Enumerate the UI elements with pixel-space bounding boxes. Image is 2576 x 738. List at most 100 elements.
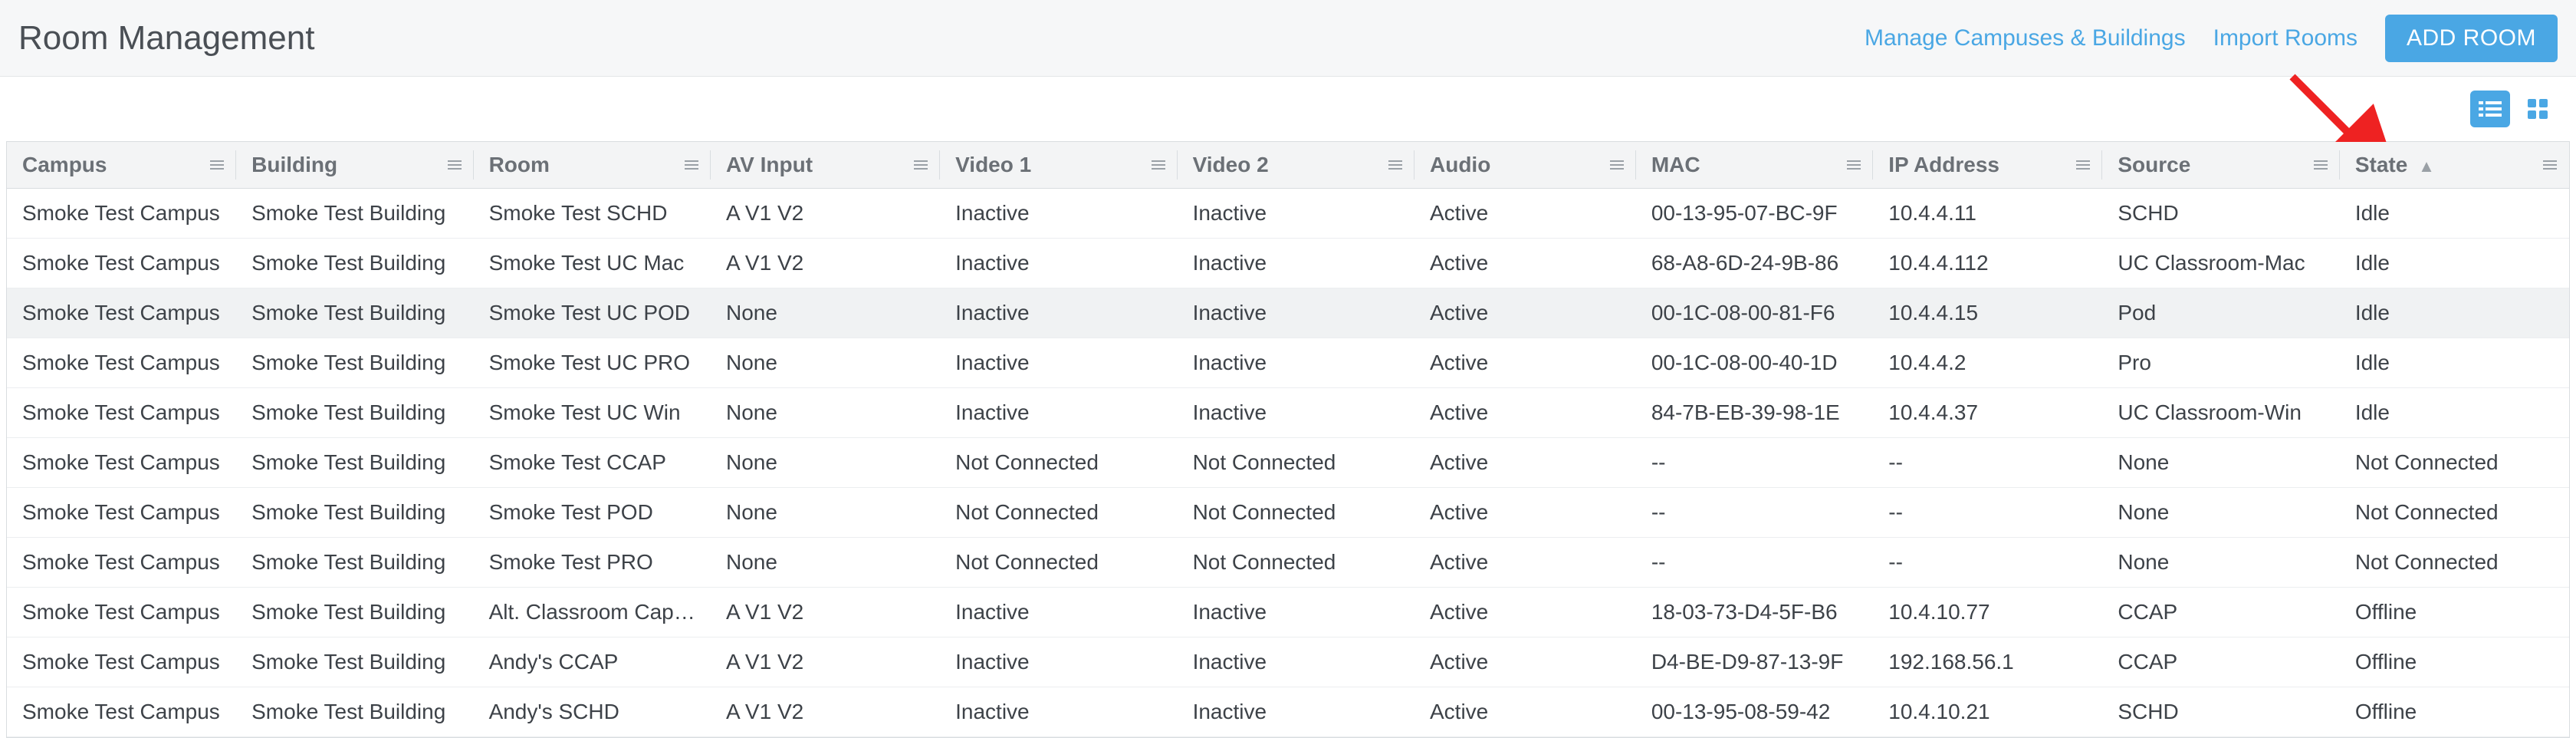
- grid-icon: [2528, 99, 2548, 119]
- cell-v1: Inactive: [940, 388, 1177, 438]
- cell-state: Idle: [2340, 189, 2569, 239]
- cell-building: Smoke Test Building: [236, 388, 473, 438]
- cell-room: Smoke Test UC Mac: [474, 239, 711, 288]
- cell-ip: 192.168.56.1: [1873, 638, 2102, 687]
- cell-v1: Not Connected: [940, 538, 1177, 588]
- cell-building: Smoke Test Building: [236, 488, 473, 538]
- cell-source: CCAP: [2102, 638, 2339, 687]
- cell-campus: Smoke Test Campus: [7, 288, 236, 338]
- cell-av: None: [711, 288, 940, 338]
- column-menu-icon[interactable]: [2076, 160, 2090, 170]
- table-row[interactable]: Smoke Test CampusSmoke Test BuildingAlt.…: [7, 588, 2569, 638]
- col-header-label: IP Address: [1888, 153, 1999, 176]
- list-view-toggle[interactable]: [2470, 91, 2510, 127]
- col-header-label: AV Input: [726, 153, 813, 176]
- col-header-campus[interactable]: Campus: [7, 142, 236, 189]
- table-row[interactable]: Smoke Test CampusSmoke Test BuildingSmok…: [7, 239, 2569, 288]
- table-row[interactable]: Smoke Test CampusSmoke Test BuildingSmok…: [7, 189, 2569, 239]
- column-menu-icon[interactable]: [914, 160, 928, 170]
- cell-mac: 00-13-95-07-BC-9F: [1636, 189, 1873, 239]
- column-menu-icon[interactable]: [1388, 160, 1402, 170]
- add-room-button[interactable]: ADD ROOM: [2385, 15, 2558, 62]
- cell-v2: Inactive: [1178, 338, 1414, 388]
- cell-building: Smoke Test Building: [236, 638, 473, 687]
- cell-ip: 10.4.10.21: [1873, 687, 2102, 737]
- table-row[interactable]: Smoke Test CampusSmoke Test BuildingSmok…: [7, 338, 2569, 388]
- cell-source: Pro: [2102, 338, 2339, 388]
- column-menu-icon[interactable]: [1847, 160, 1861, 170]
- col-header-state[interactable]: State ▲: [2340, 142, 2569, 189]
- table-row[interactable]: Smoke Test CampusSmoke Test BuildingSmok…: [7, 488, 2569, 538]
- col-header-source[interactable]: Source: [2102, 142, 2339, 189]
- cell-audio: Active: [1414, 338, 1636, 388]
- cell-campus: Smoke Test Campus: [7, 687, 236, 737]
- cell-state: Not Connected: [2340, 438, 2569, 488]
- column-menu-icon[interactable]: [210, 160, 224, 170]
- cell-ip: 10.4.4.37: [1873, 388, 2102, 438]
- cell-audio: Active: [1414, 388, 1636, 438]
- table-row[interactable]: Smoke Test CampusSmoke Test BuildingSmok…: [7, 538, 2569, 588]
- column-menu-icon[interactable]: [448, 160, 462, 170]
- col-header-ip[interactable]: IP Address: [1873, 142, 2102, 189]
- table-row[interactable]: Smoke Test CampusSmoke Test BuildingSmok…: [7, 288, 2569, 338]
- cell-building: Smoke Test Building: [236, 687, 473, 737]
- col-header-audio[interactable]: Audio: [1414, 142, 1636, 189]
- sort-asc-icon: ▲: [2418, 156, 2435, 176]
- cell-mac: 68-A8-6D-24-9B-86: [1636, 239, 1873, 288]
- cell-av: A V1 V2: [711, 588, 940, 638]
- column-menu-icon[interactable]: [2543, 160, 2557, 170]
- table-row[interactable]: Smoke Test CampusSmoke Test BuildingSmok…: [7, 438, 2569, 488]
- cell-v2: Not Connected: [1178, 538, 1414, 588]
- col-header-mac[interactable]: MAC: [1636, 142, 1873, 189]
- cell-campus: Smoke Test Campus: [7, 189, 236, 239]
- table-row[interactable]: Smoke Test CampusSmoke Test BuildingAndy…: [7, 638, 2569, 687]
- cell-v2: Inactive: [1178, 189, 1414, 239]
- cell-campus: Smoke Test Campus: [7, 488, 236, 538]
- cell-room: Alt. Classroom Capt...: [474, 588, 711, 638]
- cell-state: Offline: [2340, 687, 2569, 737]
- col-header-label: Campus: [22, 153, 107, 176]
- cell-av: None: [711, 488, 940, 538]
- cell-av: A V1 V2: [711, 687, 940, 737]
- column-menu-icon[interactable]: [1152, 160, 1165, 170]
- table-row[interactable]: Smoke Test CampusSmoke Test BuildingSmok…: [7, 388, 2569, 438]
- col-header-video1[interactable]: Video 1: [940, 142, 1177, 189]
- cell-state: Offline: [2340, 588, 2569, 638]
- cell-v1: Inactive: [940, 288, 1177, 338]
- cell-state: Idle: [2340, 239, 2569, 288]
- cell-av: A V1 V2: [711, 239, 940, 288]
- cell-room: Smoke Test SCHD: [474, 189, 711, 239]
- cell-av: None: [711, 538, 940, 588]
- col-header-label: State: [2355, 153, 2407, 176]
- cell-av: A V1 V2: [711, 189, 940, 239]
- cell-mac: 18-03-73-D4-5F-B6: [1636, 588, 1873, 638]
- cell-ip: 10.4.10.77: [1873, 588, 2102, 638]
- cell-room: Andy's CCAP: [474, 638, 711, 687]
- cell-source: CCAP: [2102, 588, 2339, 638]
- grid-view-toggle[interactable]: [2518, 91, 2558, 127]
- column-menu-icon[interactable]: [1610, 160, 1624, 170]
- page-header: Room Management Manage Campuses & Buildi…: [0, 0, 2576, 77]
- cell-room: Smoke Test PRO: [474, 538, 711, 588]
- col-header-room[interactable]: Room: [474, 142, 711, 189]
- import-rooms-link[interactable]: Import Rooms: [2213, 25, 2358, 51]
- cell-mac: 00-1C-08-00-40-1D: [1636, 338, 1873, 388]
- cell-audio: Active: [1414, 588, 1636, 638]
- list-icon: [2479, 100, 2502, 118]
- cell-mac: --: [1636, 488, 1873, 538]
- column-menu-icon[interactable]: [2314, 160, 2328, 170]
- cell-state: Not Connected: [2340, 488, 2569, 538]
- col-header-label: Source: [2118, 153, 2190, 176]
- cell-mac: 00-1C-08-00-81-F6: [1636, 288, 1873, 338]
- col-header-building[interactable]: Building: [236, 142, 473, 189]
- col-header-av-input[interactable]: AV Input: [711, 142, 940, 189]
- cell-v2: Not Connected: [1178, 488, 1414, 538]
- cell-campus: Smoke Test Campus: [7, 538, 236, 588]
- manage-campuses-link[interactable]: Manage Campuses & Buildings: [1865, 25, 2186, 51]
- cell-source: None: [2102, 438, 2339, 488]
- cell-v2: Not Connected: [1178, 438, 1414, 488]
- cell-audio: Active: [1414, 189, 1636, 239]
- table-row[interactable]: Smoke Test CampusSmoke Test BuildingAndy…: [7, 687, 2569, 737]
- column-menu-icon[interactable]: [685, 160, 698, 170]
- col-header-video2[interactable]: Video 2: [1178, 142, 1414, 189]
